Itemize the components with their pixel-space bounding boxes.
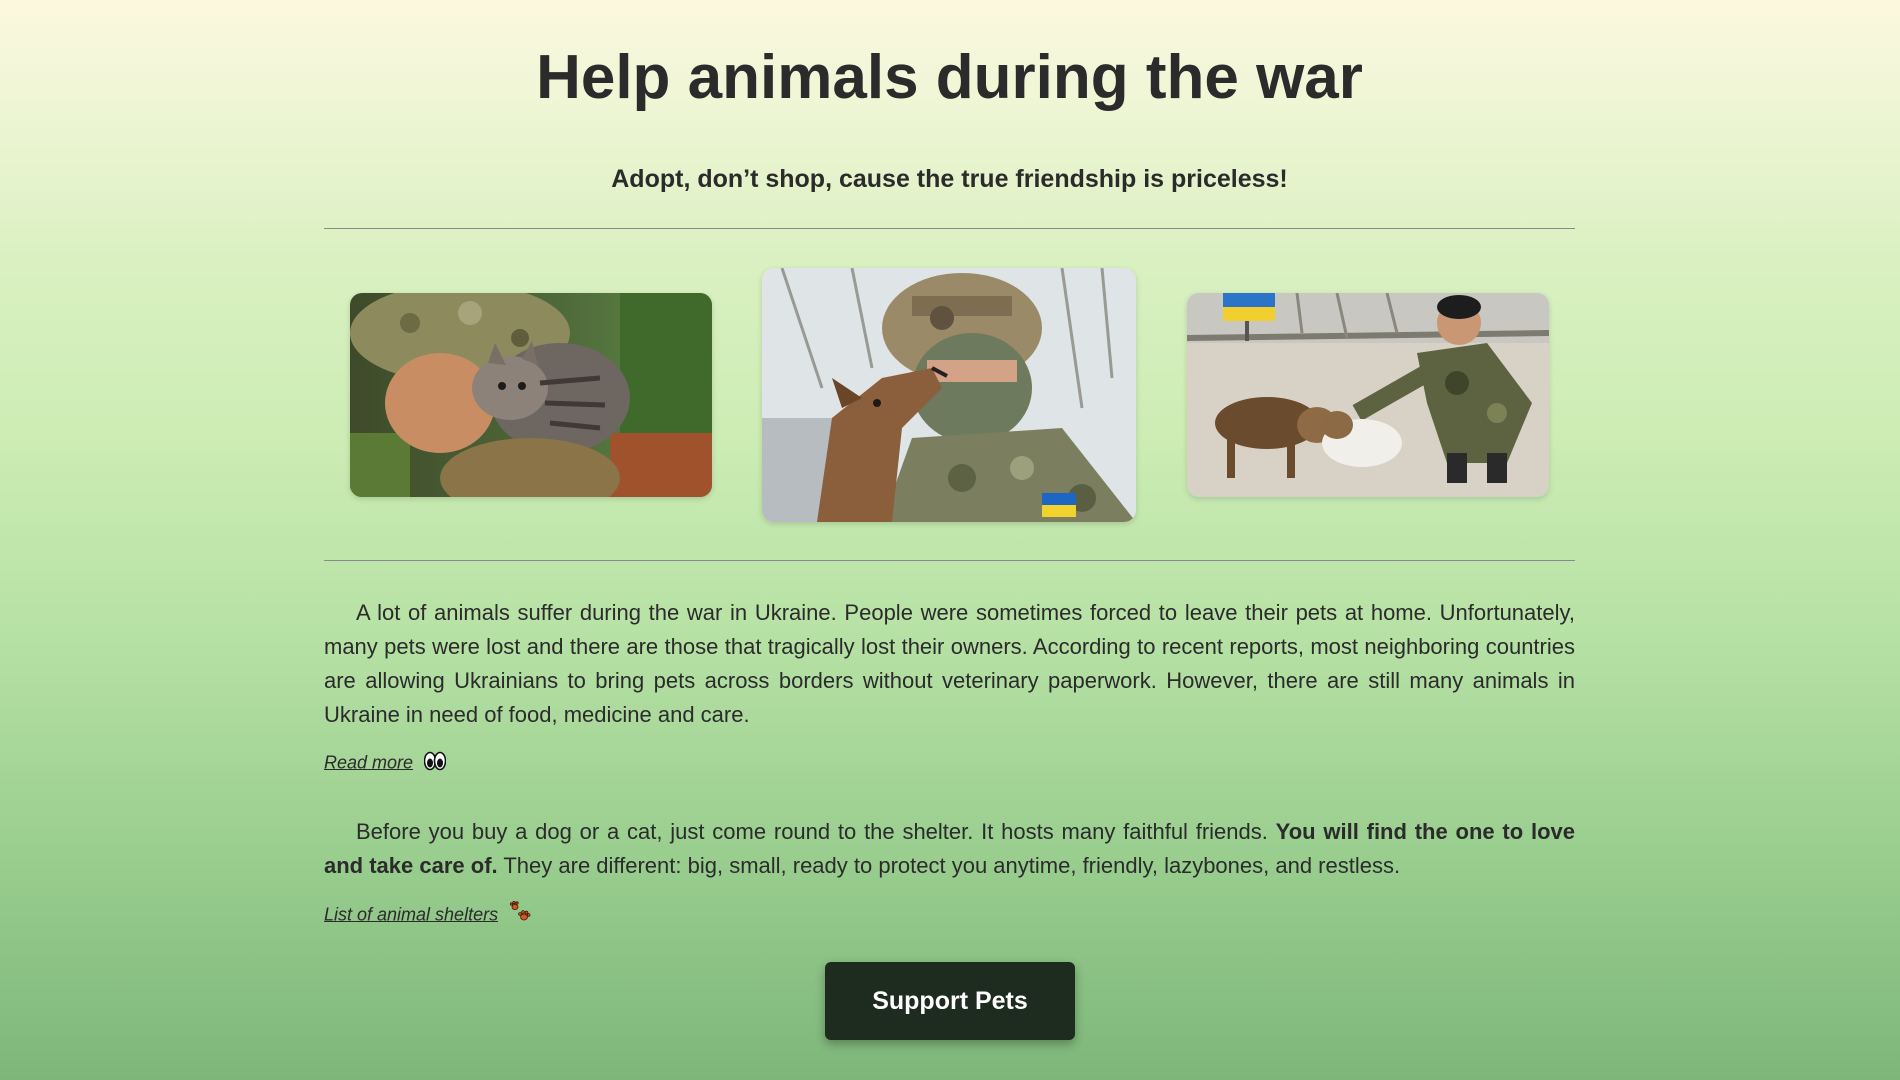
intro-paragraph: A lot of animals suffer during the war i… [324,600,1575,727]
shelter-paragraph-start: Before you buy a dog or a cat, just come… [356,819,1276,844]
shelter-paragraph-end: They are different: big, small, ready to… [497,853,1401,878]
support-pets-button[interactable]: Support Pets [825,962,1075,1040]
photo-soldier-with-dog [762,268,1136,522]
photo-soldier-petting-dogs [1187,293,1549,497]
photo-soldier-with-kitten [350,293,712,497]
page-title: Help animals during the war [536,43,1363,112]
read-more-link[interactable]: Read more [324,752,413,772]
top-divider [324,228,1575,229]
page: Help animals during the war Adopt, don’t… [0,0,1900,1080]
eyes-icon [423,751,447,776]
shelter-paragraph: Before you buy a dog or a cat, just come… [324,815,1575,883]
page-subtitle: Adopt, don’t shop, cause the true friend… [611,165,1288,193]
paw-prints-icon [509,900,533,930]
shelters-link[interactable]: List of animal shelters [324,904,498,924]
bottom-divider [324,560,1575,561]
shelters-row: List of animal shelters [324,900,533,930]
read-more-row: Read more [324,751,447,776]
